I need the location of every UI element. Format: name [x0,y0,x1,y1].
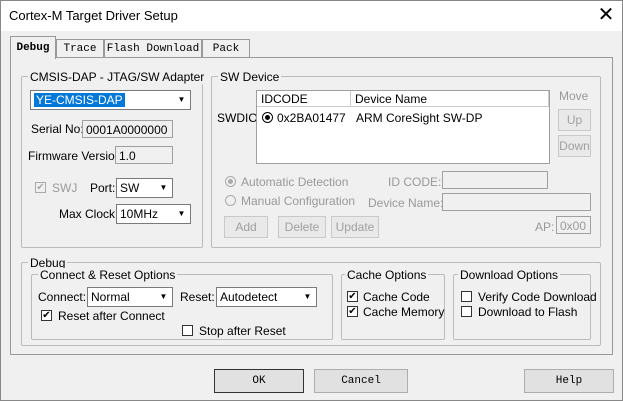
verify-download-label: Verify Code Download [478,290,597,304]
connect-select[interactable]: Normal ▼ [87,287,173,307]
swdio-label: SWDIO [217,111,258,125]
serial-label: Serial No: [31,122,84,136]
auto-detect-radio[interactable] [225,176,236,187]
reset-after-connect-label: Reset after Connect [58,309,165,323]
connect-select-value: Normal [91,290,130,304]
ap-field: 0x00 [556,216,591,234]
cache-code-checkbox[interactable]: ✔ [347,291,358,302]
reset-after-connect-checkbox[interactable]: ✔ [41,310,52,321]
port-label: Port: [90,181,116,195]
swj-label: SWJ [52,181,78,195]
adapter-select[interactable]: YE-CMSIS-DAP ▼ [30,90,191,110]
max-clock-value: 10MHz [120,207,159,221]
adapter-group-label: CMSIS-DAP - JTAG/SW Adapter [28,70,207,84]
download-to-flash-checkbox[interactable] [461,306,472,317]
reset-label: Reset: [180,290,215,304]
row-idcode: 0x2BA01477 [277,111,346,125]
serial-field: 0001A0000000 [82,120,173,138]
tab-pack[interactable]: Pack [202,39,250,58]
column-header-idcode[interactable]: IDCODE [257,91,351,107]
id-code-label: ID CODE: [388,175,442,189]
check-mark-icon: ✔ [348,306,357,317]
table-row[interactable]: 0x2BA01477 ARM CoreSight SW-DP [257,109,549,127]
id-code-field[interactable] [442,171,548,189]
delete-button[interactable]: Delete [278,216,326,238]
chevron-down-icon[interactable]: ▼ [155,179,172,197]
radio-selected-icon [262,112,273,123]
max-clock-label: Max Clock: [59,207,119,221]
check-mark-icon: ✔ [42,310,51,321]
chevron-down-icon[interactable]: ▼ [173,205,190,223]
update-button[interactable]: Update [331,216,379,238]
verify-download-checkbox[interactable] [461,291,472,302]
chevron-down-icon[interactable]: ▼ [155,288,172,306]
add-button[interactable]: Add [224,216,268,238]
connect-label: Connect: [38,290,87,304]
check-mark-icon: ✔ [36,182,45,193]
cache-code-label: Cache Code [363,290,430,304]
swj-checkbox[interactable]: ✔ [35,182,46,193]
ok-button[interactable]: OK [214,369,304,393]
row-device-name: ARM CoreSight SW-DP [356,111,483,125]
move-down-button[interactable]: Down [558,135,591,157]
window-title: Cortex-M Target Driver Setup [9,8,178,23]
cache-memory-label: Cache Memory [363,305,445,319]
cache-options-label: Cache Options [345,268,429,282]
port-select[interactable]: SW ▼ [116,178,173,198]
tab-trace[interactable]: Trace [56,39,104,58]
cache-memory-checkbox[interactable]: ✔ [347,306,358,317]
move-up-button[interactable]: Up [558,109,591,131]
cancel-button[interactable]: Cancel [314,369,408,393]
reset-select[interactable]: Autodetect ▼ [216,287,317,307]
tab-flash-download[interactable]: Flash Download [104,39,202,58]
reset-select-value: Autodetect [220,290,278,304]
manual-config-label: Manual Configuration [241,194,356,208]
close-icon[interactable]: ✕ [595,4,617,26]
firmware-label: Firmware Version: [28,149,125,163]
adapter-select-value: YE-CMSIS-DAP [34,93,125,107]
ap-label: AP: [535,220,555,234]
device-list[interactable]: IDCODE Device Name 0x2BA01477 ARM CoreSi… [256,90,550,164]
column-header-device-name[interactable]: Device Name [351,91,549,107]
firmware-field: 1.0 [115,146,173,164]
connect-reset-label: Connect & Reset Options [38,268,178,282]
move-label: Move [559,89,589,103]
chevron-down-icon[interactable]: ▼ [173,91,190,109]
chevron-down-icon[interactable]: ▼ [299,288,316,306]
manual-config-radio[interactable] [225,195,236,206]
sw-device-group-label: SW Device [218,70,282,84]
max-clock-select[interactable]: 10MHz ▼ [116,204,191,224]
auto-detect-label: Automatic Detection [241,175,349,189]
help-button[interactable]: Help [524,369,614,393]
check-mark-icon: ✔ [348,291,357,302]
port-select-value: SW [120,181,140,195]
title-bar: Cortex-M Target Driver Setup ✕ [1,1,622,31]
device-name-label: Device Name: [368,196,444,210]
device-name-field[interactable] [442,193,591,211]
stop-after-reset-label: Stop after Reset [199,324,286,338]
download-options-label: Download Options [458,268,561,282]
download-to-flash-label: Download to Flash [478,305,578,319]
stop-after-reset-checkbox[interactable] [182,325,193,336]
tab-debug[interactable]: Debug [10,36,56,59]
